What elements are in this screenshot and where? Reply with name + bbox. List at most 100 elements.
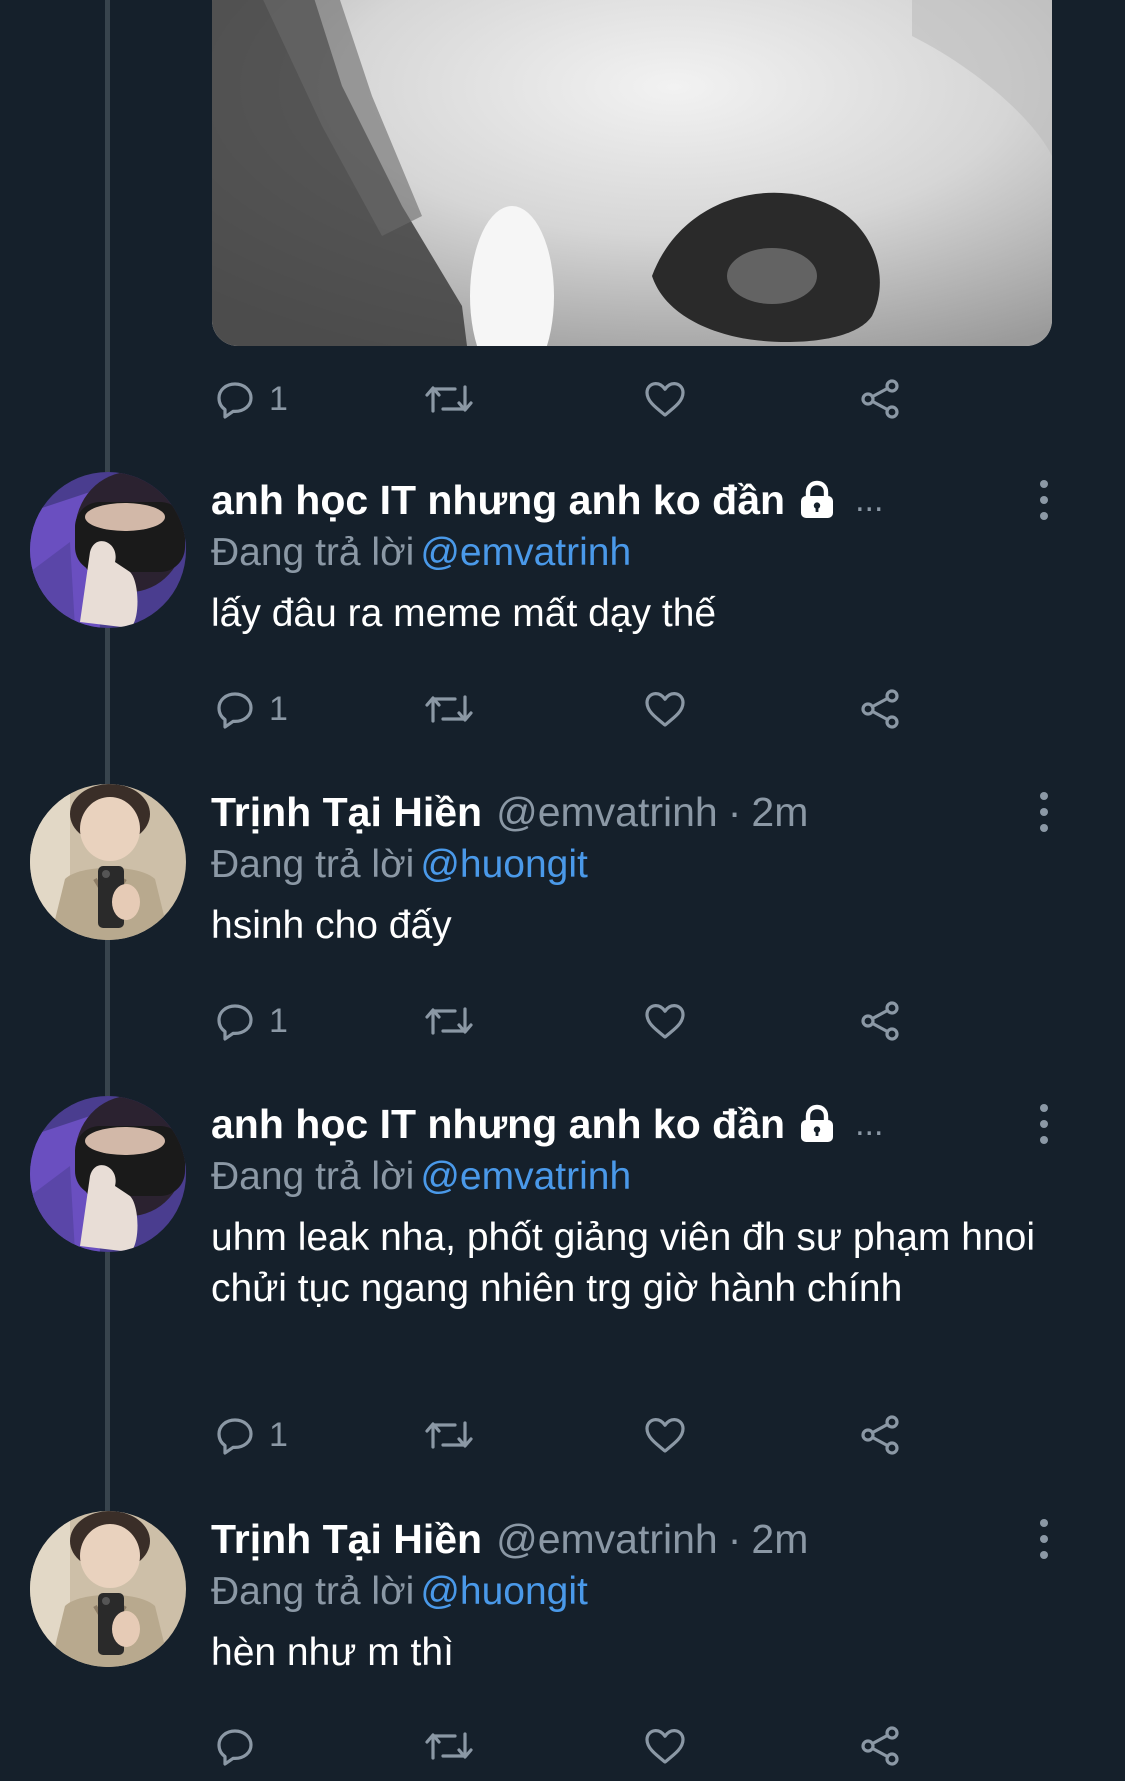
like-button[interactable] bbox=[641, 1407, 689, 1463]
tweet-header: anh học IT nhưng anh ko đần ... bbox=[211, 1096, 1041, 1152]
reply-button[interactable]: 1 bbox=[211, 1407, 288, 1463]
replying-to: Đang trả lời @emvatrinh bbox=[211, 528, 1041, 578]
retweet-button[interactable] bbox=[423, 993, 475, 1049]
share-icon bbox=[861, 689, 899, 729]
timestamp[interactable]: 2m bbox=[751, 789, 808, 836]
avatar-image bbox=[30, 472, 186, 628]
retweet-icon bbox=[425, 1007, 473, 1035]
tweet-body: Trịnh Tại Hiền @emvatrinh · 2m Đang trả … bbox=[211, 784, 1041, 951]
reply-count: 1 bbox=[269, 689, 288, 728]
share-button[interactable] bbox=[856, 371, 904, 427]
truncation-ellipsis: ... bbox=[855, 1104, 884, 1143]
replying-to-label: Đang trả lời bbox=[211, 843, 415, 886]
display-name[interactable]: Trịnh Tại Hiền bbox=[211, 1516, 482, 1563]
tweet-action-bar bbox=[211, 1718, 931, 1774]
lock-icon bbox=[797, 480, 837, 520]
heart-icon bbox=[645, 1418, 685, 1453]
tweet-action-bar: 1 bbox=[211, 993, 931, 1049]
retweet-button[interactable] bbox=[423, 1407, 475, 1463]
retweet-button[interactable] bbox=[423, 681, 475, 737]
retweet-icon bbox=[425, 1732, 473, 1760]
more-options-button[interactable] bbox=[1034, 478, 1054, 522]
avatar[interactable] bbox=[30, 784, 186, 940]
avatar[interactable] bbox=[30, 1511, 186, 1667]
tweet-text: lấy đâu ra meme mất dạy thế bbox=[211, 592, 717, 635]
reply-count: 1 bbox=[269, 379, 288, 418]
retweet-button[interactable] bbox=[423, 1718, 475, 1774]
timestamp[interactable]: 2m bbox=[751, 1516, 808, 1563]
retweet-icon bbox=[425, 385, 473, 413]
user-handle[interactable]: @emvatrinh bbox=[496, 1516, 718, 1563]
tweet-body: Trịnh Tại Hiền @emvatrinh · 2m Đang trả … bbox=[211, 1511, 1041, 1678]
lock-icon bbox=[797, 1104, 837, 1144]
heart-icon bbox=[645, 692, 685, 727]
tweet-media-image[interactable] bbox=[212, 0, 1052, 346]
like-button[interactable] bbox=[641, 681, 689, 737]
thread-line bbox=[105, 0, 110, 1515]
share-button[interactable] bbox=[856, 993, 904, 1049]
truncation-ellipsis: ... bbox=[855, 480, 884, 519]
mention-link[interactable]: @huongit bbox=[420, 843, 588, 886]
more-options-button[interactable] bbox=[1034, 1517, 1054, 1561]
avatar-image bbox=[30, 1511, 186, 1667]
tweet-action-bar: 1 bbox=[211, 1407, 931, 1463]
reply-button[interactable]: 1 bbox=[211, 993, 288, 1049]
avatar[interactable] bbox=[30, 472, 186, 628]
tweet-header: anh học IT nhưng anh ko đần ... bbox=[211, 472, 1041, 528]
retweet-icon bbox=[425, 1421, 473, 1449]
replying-to-label: Đang trả lời bbox=[211, 1570, 415, 1613]
display-name[interactable]: Trịnh Tại Hiền bbox=[211, 789, 482, 836]
display-name[interactable]: anh học IT nhưng anh ko đần bbox=[211, 477, 785, 524]
share-icon bbox=[861, 379, 899, 419]
share-button[interactable] bbox=[856, 1407, 904, 1463]
heart-icon bbox=[645, 382, 685, 417]
replying-to: Đang trả lời @huongit bbox=[211, 1567, 1041, 1617]
reply-bubble-icon bbox=[217, 692, 253, 729]
reply-bubble-icon bbox=[217, 1004, 253, 1041]
separator-dot: · bbox=[727, 1515, 742, 1562]
media-photo bbox=[212, 0, 1052, 346]
more-options-button[interactable] bbox=[1034, 790, 1054, 834]
avatar[interactable] bbox=[30, 1096, 186, 1252]
reply-button[interactable]: 1 bbox=[211, 681, 288, 737]
replying-to-label: Đang trả lời bbox=[211, 531, 415, 574]
retweet-button[interactable] bbox=[423, 371, 475, 427]
reply-count: 1 bbox=[269, 1415, 288, 1454]
reply-bubble-icon bbox=[217, 1729, 253, 1766]
like-button[interactable] bbox=[641, 1718, 689, 1774]
retweet-icon bbox=[425, 695, 473, 723]
share-button[interactable] bbox=[856, 1718, 904, 1774]
mention-link[interactable]: @emvatrinh bbox=[420, 1155, 631, 1198]
vertical-dots-icon bbox=[1040, 480, 1048, 520]
reply-button[interactable]: 1 bbox=[211, 371, 288, 427]
mention-link[interactable]: @huongit bbox=[420, 1570, 588, 1613]
replying-to-label: Đang trả lời bbox=[211, 1155, 415, 1198]
vertical-dots-icon bbox=[1040, 1519, 1048, 1559]
separator-dot: · bbox=[727, 788, 742, 835]
avatar-image bbox=[30, 784, 186, 940]
reply-button[interactable] bbox=[211, 1718, 269, 1774]
tweet-body: anh học IT nhưng anh ko đần ... Đang trả… bbox=[211, 1096, 1041, 1314]
like-button[interactable] bbox=[641, 371, 689, 427]
like-button[interactable] bbox=[641, 993, 689, 1049]
heart-icon bbox=[645, 1004, 685, 1039]
mention-link[interactable]: @emvatrinh bbox=[420, 531, 631, 574]
display-name[interactable]: anh học IT nhưng anh ko đần bbox=[211, 1101, 785, 1148]
vertical-dots-icon bbox=[1040, 1104, 1048, 1144]
reply-bubble-icon bbox=[217, 1418, 253, 1455]
tweet-text: hèn như m thì bbox=[211, 1631, 454, 1674]
tweet-header: Trịnh Tại Hiền @emvatrinh · 2m bbox=[211, 784, 1041, 840]
replying-to: Đang trả lời @emvatrinh bbox=[211, 1152, 1041, 1202]
avatar-image bbox=[30, 1096, 186, 1252]
more-options-button[interactable] bbox=[1034, 1102, 1054, 1146]
share-button[interactable] bbox=[856, 681, 904, 737]
tweet-header: Trịnh Tại Hiền @emvatrinh · 2m bbox=[211, 1511, 1041, 1567]
vertical-dots-icon bbox=[1040, 792, 1048, 832]
reply-bubble-icon bbox=[217, 382, 253, 419]
tweet-body: anh học IT nhưng anh ko đần ... Đang trả… bbox=[211, 472, 1041, 639]
tweet-action-bar: 1 bbox=[211, 681, 931, 737]
user-handle[interactable]: @emvatrinh bbox=[496, 789, 718, 836]
reply-count: 1 bbox=[269, 1001, 288, 1040]
tweet-text: uhm leak nha, phốt giảng viên đh sư phạm… bbox=[211, 1216, 1035, 1310]
share-icon bbox=[861, 1726, 899, 1766]
